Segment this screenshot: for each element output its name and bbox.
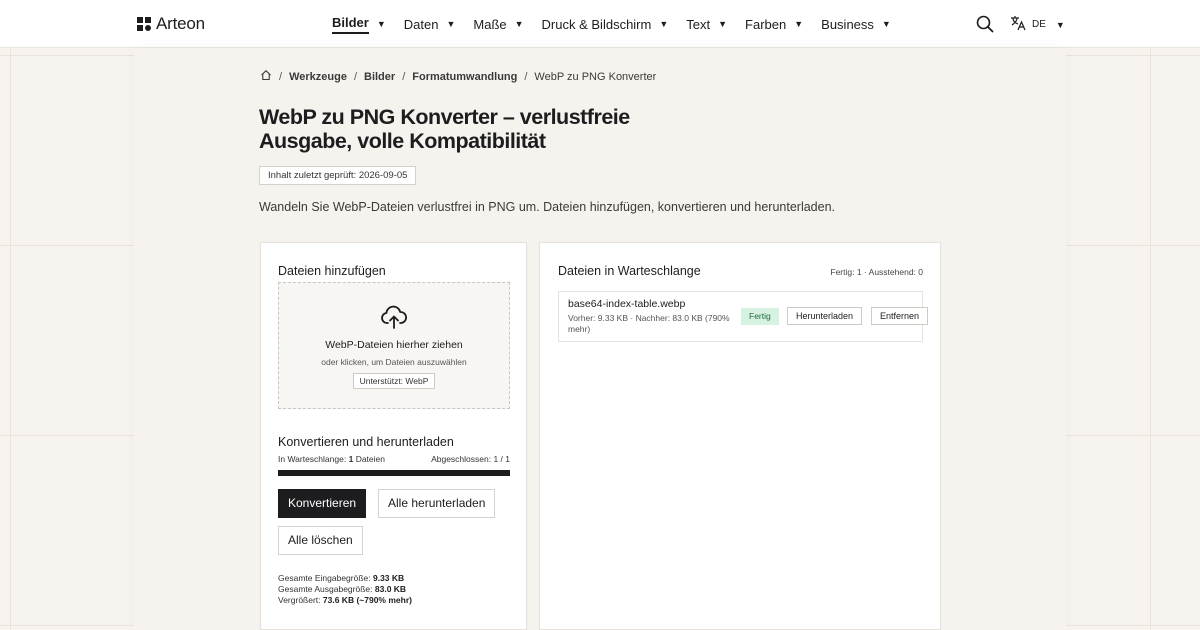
nav-label: Text (686, 16, 711, 32)
convert-button[interactable]: Konvertieren (278, 489, 367, 518)
output-size-value: 83.0 KB (374, 584, 407, 594)
add-files-title: Dateien hinzufügen (278, 264, 386, 278)
nav-item-masse[interactable]: Maße ▼ (473, 0, 523, 48)
dropzone-hint: oder klicken, um Dateien auszuwählen (321, 357, 467, 367)
main-nav: Bilder ▼ Daten ▼ Maße ▼ Druck & Bildschi… (332, 0, 909, 48)
breadcrumb-separator: / (402, 70, 406, 83)
size-stats: Gesamte Eingabegröße: 9.33 KB Gesamte Au… (278, 573, 412, 606)
progress-fill (278, 470, 510, 476)
nav-item-druck-bildschirm[interactable]: Druck & Bildschirm ▼ (542, 0, 669, 48)
last-reviewed-badge: Inhalt zuletzt geprüft: 2026-09-05 (259, 166, 417, 185)
queue-title: Dateien in Warteschlange (558, 264, 701, 278)
size-change-value: 73.6 KB (~790% mehr) (322, 595, 412, 605)
chevron-down-icon: ▼ (446, 19, 456, 29)
chevron-down-icon: ▼ (1055, 19, 1065, 30)
nav-label: Bilder (332, 15, 369, 34)
cloud-upload-icon (381, 305, 407, 329)
convert-section-title: Konvertieren und herunterladen (278, 435, 454, 449)
supported-format-badge: Unterstützt: WebP (352, 373, 436, 389)
top-navigation-bar: Arteon Bilder ▼ Daten ▼ Maße ▼ Druck & B… (0, 0, 1200, 48)
nav-label: Daten (403, 16, 439, 32)
breadcrumb-separator: / (279, 70, 283, 83)
search-icon[interactable] (976, 15, 994, 33)
language-switcher[interactable]: DE ▼ (1010, 15, 1065, 34)
home-icon[interactable] (260, 69, 272, 84)
nav-item-business[interactable]: Business ▼ (821, 0, 891, 48)
size-change-label: Vergrößert: (278, 595, 321, 605)
logo-text: Arteon (156, 14, 205, 33)
chevron-down-icon: ▼ (659, 19, 669, 29)
input-size-label: Gesamte Eingabegröße: (278, 573, 371, 583)
nav-label: Farben (745, 16, 787, 32)
output-size-stat: Gesamte Ausgabegröße: 83.0 KB (278, 584, 412, 595)
breadcrumb-separator: / (353, 70, 357, 83)
page-title: WebP zu PNG Konverter – verlustfreie Aus… (259, 105, 630, 153)
breadcrumb-item-bilder[interactable]: Bilder (364, 71, 395, 83)
file-dropzone[interactable]: WebP-Dateien hierher ziehen oder klicken… (278, 282, 510, 409)
breadcrumb-item-werkzeuge[interactable]: Werkzeuge (289, 71, 347, 83)
nav-label: Business (821, 16, 874, 32)
clear-all-button[interactable]: Alle löschen (278, 526, 363, 555)
nav-label: Druck & Bildschirm (541, 16, 652, 32)
queue-count-unit: Dateien (355, 454, 385, 464)
chevron-down-icon: ▼ (718, 19, 728, 29)
nav-item-text[interactable]: Text ▼ (686, 0, 727, 48)
main-content: / Werkzeuge / Bilder / Formatumwandlung … (134, 48, 1066, 630)
status-badge: Fertig (741, 308, 779, 325)
queue-count-value: 1 (348, 454, 354, 464)
logo-mark-icon (137, 16, 152, 32)
input-size-value: 9.33 KB (372, 573, 405, 583)
dropzone-label: WebP-Dateien hierher ziehen (325, 339, 463, 351)
page-description: Wandeln Sie WebP-Dateien verlustfrei in … (259, 200, 836, 214)
nav-item-bilder[interactable]: Bilder ▼ (332, 0, 386, 48)
nav-item-daten[interactable]: Daten ▼ (404, 0, 456, 48)
breadcrumb-separator: / (524, 70, 528, 83)
breadcrumb: / Werkzeuge / Bilder / Formatumwandlung … (260, 69, 656, 84)
download-all-button[interactable]: Alle herunterladen (378, 489, 496, 518)
breadcrumb-item-current: WebP zu PNG Konverter (534, 70, 657, 83)
logo[interactable]: Arteon (137, 14, 205, 34)
language-code: DE (1032, 19, 1046, 30)
output-size-label: Gesamte Ausgabegröße: (278, 584, 373, 594)
chevron-down-icon: ▼ (794, 19, 804, 29)
chevron-down-icon: ▼ (881, 19, 891, 29)
file-remove-button[interactable]: Entfernen (871, 307, 929, 325)
input-size-stat: Gesamte Eingabegröße: 9.33 KB (278, 573, 412, 584)
file-download-button[interactable]: Herunterladen (787, 307, 863, 325)
nav-label: Maße (473, 16, 507, 32)
queue-status: Fertig: 1 · Ausstehend: 0 (830, 267, 923, 277)
list-item: base64-index-table.webp Vorher: 9.33 KB … (558, 291, 929, 342)
file-size-meta: Vorher: 9.33 KB · Nachher: 83.0 KB (790%… (568, 313, 730, 334)
size-change-stat: Vergrößert: 73.6 KB (~790% mehr) (278, 595, 412, 606)
progress-bar (278, 470, 510, 476)
queue-count-text: In Warteschlange: 1 Dateien (278, 454, 385, 464)
queue-count-label: In Warteschlange: (278, 454, 347, 464)
chevron-down-icon: ▼ (376, 19, 386, 29)
breadcrumb-item-formatumwandlung[interactable]: Formatumwandlung (412, 71, 517, 83)
converter-panel: Dateien hinzufügen WebP-Dateien hierher … (260, 242, 527, 630)
completed-count: Abgeschlossen: 1 / 1 (431, 454, 510, 464)
queue-summary: In Warteschlange: 1 Dateien Abgeschlosse… (278, 454, 510, 464)
translate-icon (1010, 15, 1026, 34)
chevron-down-icon: ▼ (514, 19, 524, 29)
file-name: base64-index-table.webp (568, 298, 686, 310)
nav-item-farben[interactable]: Farben ▼ (745, 0, 803, 48)
queue-panel: Dateien in Warteschlange Fertig: 1 · Aus… (539, 242, 941, 630)
